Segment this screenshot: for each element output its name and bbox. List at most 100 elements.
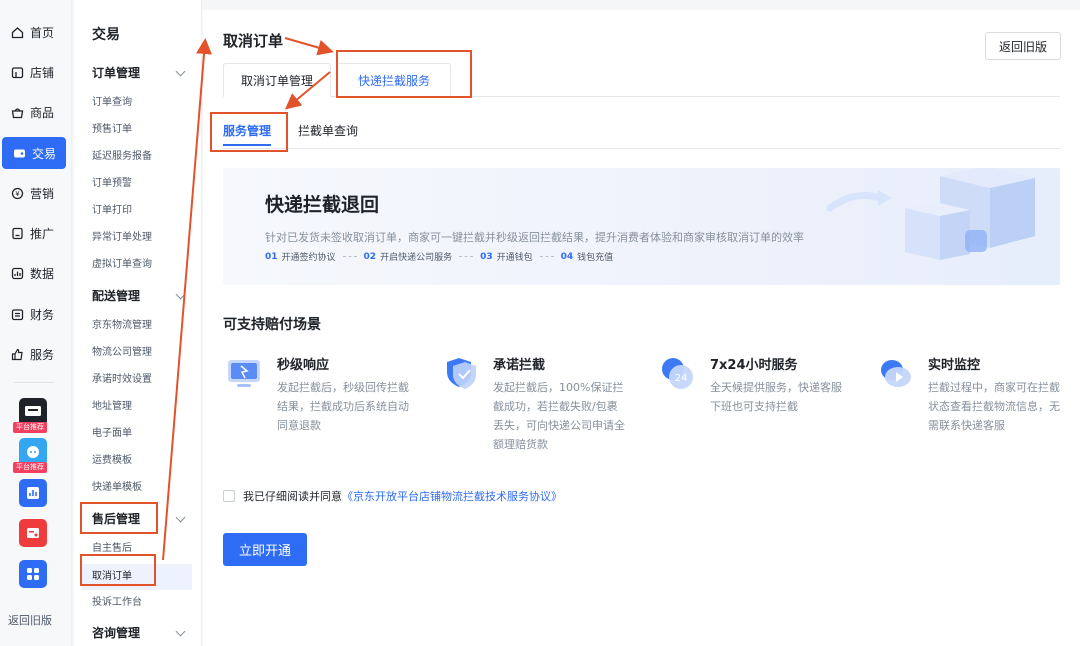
menu-item[interactable]: 订单预警 xyxy=(92,174,132,189)
annotation-box-aftersale xyxy=(80,502,158,534)
chevron-down-icon xyxy=(175,66,186,76)
step-number: 01 xyxy=(265,251,278,262)
menu-item[interactable]: 电子面单 xyxy=(92,424,132,439)
subtab-bar: 服务管理 拦截单查询 xyxy=(223,116,1060,149)
banner-steps: 01 开通签约协议 02 开启快递公司服务 03 开通钱包 04 钱包充值 xyxy=(265,250,613,264)
app-root: 首页 店铺 商品 交易 ¥ 营销 推广 数据 财务 服务 平台推荐 平台推荐 返… xyxy=(0,0,1080,646)
step-label: 开通签约协议 xyxy=(281,253,336,263)
menu-group-label: 咨询管理 xyxy=(92,626,141,640)
agreement-text: 我已仔细阅读并同意 xyxy=(243,490,342,503)
agreement-row: 我已仔细阅读并同意 《京东开放平台店铺物流拦截技术服务协议》 xyxy=(223,488,562,504)
chart-app-tile[interactable] xyxy=(19,479,47,507)
step-number: 04 xyxy=(560,251,574,262)
step-separator xyxy=(459,256,474,257)
menu-title: 交易 xyxy=(92,27,120,43)
feature-description: 拦截过程中，商家可在拦截状态查看拦截物流信息，无需联系快递客服 xyxy=(928,381,1060,432)
menu-item[interactable]: 物流公司管理 xyxy=(92,343,152,358)
tab-cancel-order-manage[interactable]: 取消订单管理 xyxy=(223,63,331,97)
step-number: 03 xyxy=(480,251,493,262)
service-icon xyxy=(10,347,24,361)
chevron-down-icon xyxy=(175,289,186,299)
menu-item[interactable]: 异常订单处理 xyxy=(92,228,152,243)
rail-item-label: 交易 xyxy=(32,146,57,161)
subtab-intercept-query[interactable]: 拦截单查询 xyxy=(298,122,358,139)
chevron-down-icon xyxy=(175,626,186,636)
back-old-button[interactable]: 返回旧版 xyxy=(985,32,1061,60)
feature-description: 发起拦截后，100%保证拦截成功，若拦截失败/包裹丢失，可向快递公司申请全额理赔… xyxy=(493,381,625,451)
annotation-box-service-manage xyxy=(210,112,288,152)
feature-description: 发起拦截后，秒级回传拦截结果，拦截成功后系统自动同意退款 xyxy=(277,381,409,432)
data-icon xyxy=(10,266,24,280)
annotation-box-intercept-tab xyxy=(336,50,472,98)
assistant-app-icon xyxy=(27,446,39,458)
step-separator xyxy=(539,256,554,257)
step-label: 开通钱包 xyxy=(496,253,533,263)
svg-text:24: 24 xyxy=(675,373,688,384)
rail-item-promote[interactable]: 推广 xyxy=(0,217,68,249)
annotation-box-cancel-order xyxy=(80,554,156,586)
agreement-checkbox[interactable] xyxy=(223,490,235,502)
agreement-link[interactable]: 《京东开放平台店铺物流拦截技术服务协议》 xyxy=(342,488,562,504)
banner-title: 快递拦截退回 xyxy=(265,194,380,216)
activate-button[interactable]: 立即开通 xyxy=(223,533,307,566)
secondary-menu: 交易 订单管理 订单查询 预售订单 延迟服务报备 订单预警 订单打印 异常订单处… xyxy=(74,0,202,646)
menu-item[interactable]: 地址管理 xyxy=(92,397,132,412)
menu-item[interactable]: 承诺时效设置 xyxy=(92,370,152,385)
cloud-play-icon xyxy=(881,360,911,387)
clock-24-icon: 24 xyxy=(662,358,693,389)
rail-divider xyxy=(14,382,54,383)
feature-name: 实时监控 xyxy=(928,358,981,373)
menu-item[interactable]: 京东物流管理 xyxy=(92,316,152,331)
menu-item[interactable]: 延迟服务报备 xyxy=(92,147,152,162)
rail-item-goods[interactable]: 商品 xyxy=(0,96,68,128)
rail-item-home[interactable]: 首页 xyxy=(0,16,68,48)
rail-item-label: 首页 xyxy=(30,25,55,40)
basket-icon xyxy=(10,105,24,119)
rail-item-label: 商品 xyxy=(30,105,55,120)
finance-icon xyxy=(10,307,24,321)
package-illustration xyxy=(826,168,1035,260)
recommend-badge: 平台推荐 xyxy=(13,422,47,433)
marketing-icon: ¥ xyxy=(10,186,24,200)
main-panel: 取消订单 返回旧版 取消订单管理 快递拦截服务 服务管理 拦截单查询 快递拦截退… xyxy=(203,10,1080,646)
menu-group-consult[interactable]: 咨询管理 xyxy=(92,624,188,641)
grid-icon xyxy=(27,568,39,580)
step-separator xyxy=(342,256,357,257)
menu-group-label: 配送管理 xyxy=(92,289,141,303)
menu-group-label: 订单管理 xyxy=(92,66,141,80)
monitor-icon xyxy=(228,360,260,387)
feature-name: 秒级响应 xyxy=(277,358,330,373)
menu-group-delivery[interactable]: 配送管理 xyxy=(92,287,188,304)
rail-item-label: 店铺 xyxy=(30,65,55,80)
rail-item-trade[interactable]: 交易 xyxy=(2,137,66,169)
chevron-down-icon xyxy=(175,512,186,522)
print-app-icon xyxy=(25,406,41,416)
menu-item[interactable]: 虚拟订单查询 xyxy=(92,255,152,270)
menu-item[interactable]: 订单打印 xyxy=(92,201,132,216)
rail-item-data[interactable]: 数据 xyxy=(0,257,68,289)
menu-item[interactable]: 投诉工作台 xyxy=(92,593,142,608)
menu-item[interactable]: 订单查询 xyxy=(92,93,132,108)
menu-item[interactable]: 运费模板 xyxy=(92,451,132,466)
rail-item-marketing[interactable]: ¥ 营销 xyxy=(0,177,68,209)
recommend-badge: 平台推荐 xyxy=(13,462,47,473)
feature-description: 全天候提供服务，快递客服下班也可支持拦截 xyxy=(710,381,842,413)
menu-item[interactable]: 快递单模板 xyxy=(92,478,142,493)
rail-item-store[interactable]: 店铺 xyxy=(0,56,68,88)
menu-item[interactable]: 自主售后 xyxy=(92,539,132,554)
wallet-app-tile[interactable] xyxy=(19,519,47,547)
rail-item-label: 数据 xyxy=(30,266,55,281)
rail-item-service[interactable]: 服务 xyxy=(0,338,68,370)
feature-name: 7x24小时服务 xyxy=(710,358,798,373)
rail-back-old-link[interactable]: 返回旧版 xyxy=(8,612,52,628)
store-icon xyxy=(10,65,24,79)
rail-item-label: 财务 xyxy=(30,307,55,322)
rail-item-finance[interactable]: 财务 xyxy=(0,298,68,330)
menu-group-orders[interactable]: 订单管理 xyxy=(92,64,188,81)
icon-rail: 首页 店铺 商品 交易 ¥ 营销 推广 数据 财务 服务 平台推荐 平台推荐 返… xyxy=(0,0,72,646)
menu-item[interactable]: 预售订单 xyxy=(92,120,132,135)
wallet-app-icon xyxy=(27,528,39,538)
more-apps-tile[interactable] xyxy=(19,560,47,588)
promote-icon xyxy=(10,226,24,240)
rail-item-label: 营销 xyxy=(30,186,55,201)
